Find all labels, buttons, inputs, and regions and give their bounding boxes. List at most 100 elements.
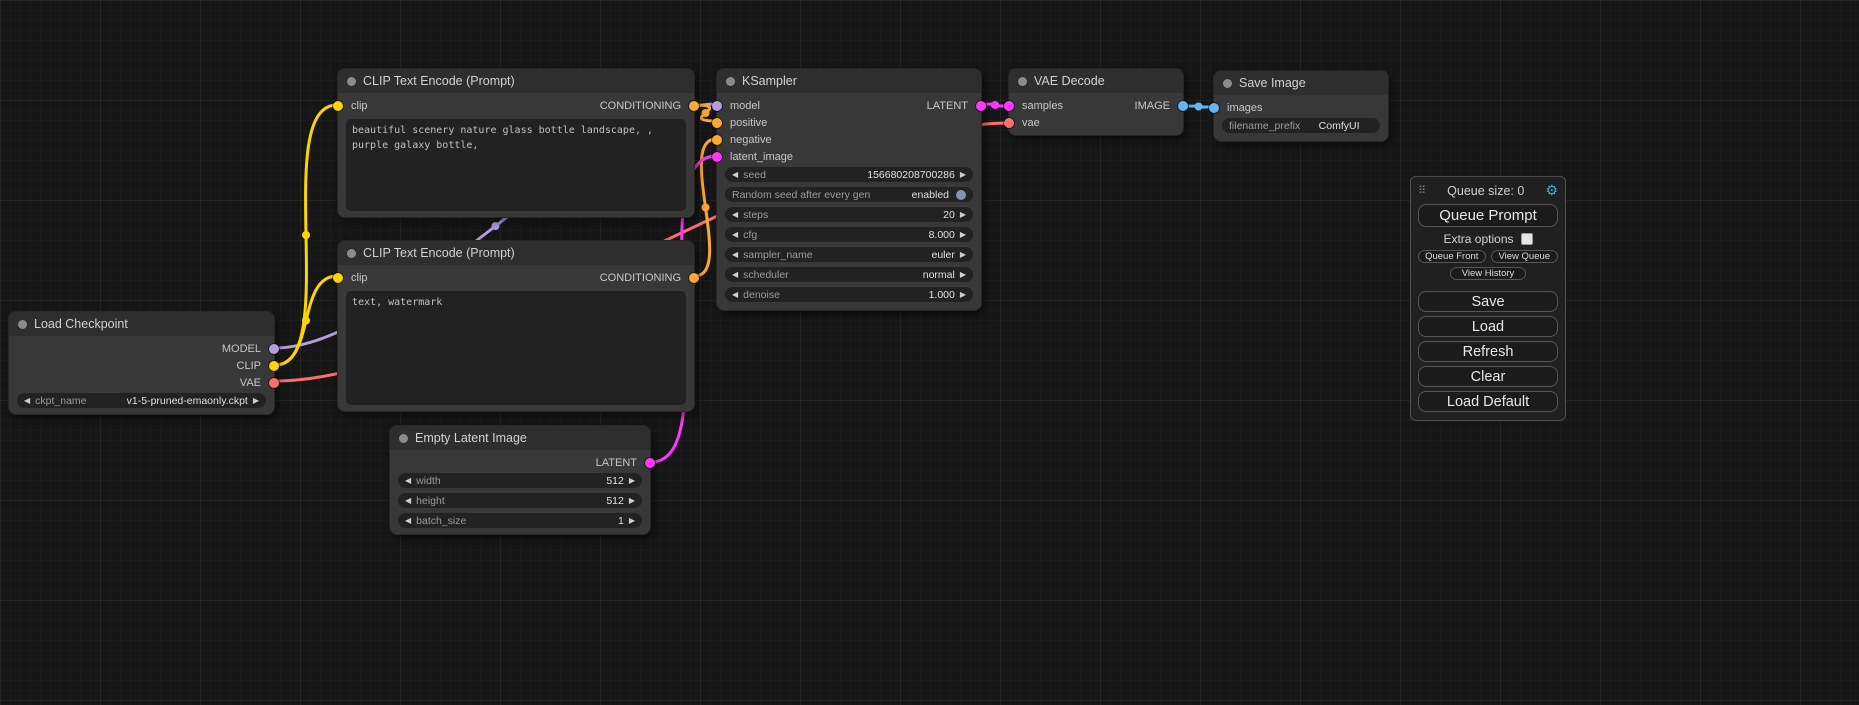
load-default-button[interactable]: Load Default <box>1418 391 1558 412</box>
increment-arrow-icon[interactable]: ▶ <box>629 497 635 505</box>
widget-sampler-name[interactable]: ◀ sampler_name euler ▶ <box>725 247 973 262</box>
view-history-button[interactable]: View History <box>1450 267 1526 280</box>
node-title-bar[interactable]: Load Checkpoint <box>9 312 274 336</box>
widget-ckpt-name[interactable]: ◀ ckpt_name v1-5-pruned-emaonly.ckpt ▶ <box>17 393 266 408</box>
decrement-arrow-icon[interactable]: ◀ <box>405 497 411 505</box>
prompt-textarea[interactable]: text, watermark <box>346 291 686 405</box>
node-ksampler[interactable]: KSampler model LATENT positive negative … <box>716 68 982 311</box>
widget-value: enabled <box>912 189 949 201</box>
increment-arrow-icon[interactable]: ▶ <box>960 291 966 299</box>
increment-arrow-icon[interactable]: ▶ <box>253 397 259 405</box>
output-port-clip[interactable] <box>269 361 279 371</box>
widget-height[interactable]: ◀ height 512 ▶ <box>398 493 642 508</box>
output-port-model[interactable] <box>269 344 279 354</box>
slot-label: negative <box>730 134 772 146</box>
output-port-vae[interactable] <box>269 378 279 388</box>
decrement-arrow-icon[interactable]: ◀ <box>405 517 411 525</box>
decrement-arrow-icon[interactable]: ◀ <box>732 231 738 239</box>
output-slot-clip: CLIP <box>9 357 274 374</box>
decrement-arrow-icon[interactable]: ◀ <box>732 251 738 259</box>
collapse-dot[interactable] <box>726 77 735 86</box>
decrement-arrow-icon[interactable]: ◀ <box>732 291 738 299</box>
widget-scheduler[interactable]: ◀ scheduler normal ▶ <box>725 267 973 282</box>
input-port-positive[interactable] <box>712 118 722 128</box>
increment-arrow-icon[interactable]: ▶ <box>960 171 966 179</box>
save-button[interactable]: Save <box>1418 291 1558 312</box>
node-title-bar[interactable]: CLIP Text Encode (Prompt) <box>338 69 694 93</box>
queue-front-button[interactable]: Queue Front <box>1418 250 1486 263</box>
node-title-bar[interactable]: Save Image <box>1214 71 1388 95</box>
output-port-latent[interactable] <box>645 458 655 468</box>
output-port-latent[interactable] <box>976 101 986 111</box>
node-clip-text-encode-negative[interactable]: CLIP Text Encode (Prompt) clip CONDITION… <box>337 240 695 412</box>
node-body: images filename_prefix ComfyUI <box>1214 95 1388 133</box>
node-title-bar[interactable]: VAE Decode <box>1009 69 1183 93</box>
slot-label: VAE <box>240 377 261 389</box>
output-port-conditioning[interactable] <box>689 273 699 283</box>
input-port-samples[interactable] <box>1004 101 1014 111</box>
input-port-latent-image[interactable] <box>712 152 722 162</box>
increment-arrow-icon[interactable]: ▶ <box>960 251 966 259</box>
node-clip-text-encode-positive[interactable]: CLIP Text Encode (Prompt) clip CONDITION… <box>337 68 695 218</box>
widget-steps[interactable]: ◀ steps 20 ▶ <box>725 207 973 222</box>
graph-canvas[interactable]: Load Checkpoint MODEL CLIP VAE ◀ ckpt_na… <box>0 0 1859 705</box>
widget-seed[interactable]: ◀ seed 156680208700286 ▶ <box>725 167 973 182</box>
widget-width[interactable]: ◀ width 512 ▶ <box>398 473 642 488</box>
view-queue-button[interactable]: View Queue <box>1491 250 1559 263</box>
input-port-clip[interactable] <box>333 101 343 111</box>
widget-batch-size[interactable]: ◀ batch_size 1 ▶ <box>398 513 642 528</box>
clear-button[interactable]: Clear <box>1418 366 1558 387</box>
slot-row: samples IMAGE <box>1009 97 1183 114</box>
output-port-image[interactable] <box>1178 101 1188 111</box>
decrement-arrow-icon[interactable]: ◀ <box>732 271 738 279</box>
collapse-dot[interactable] <box>1018 77 1027 86</box>
node-title: Save Image <box>1239 76 1306 90</box>
decrement-arrow-icon[interactable]: ◀ <box>732 171 738 179</box>
extra-options-checkbox[interactable] <box>1521 233 1533 245</box>
node-empty-latent-image[interactable]: Empty Latent Image LATENT ◀ width 512 ▶ … <box>389 425 651 535</box>
input-port-clip[interactable] <box>333 273 343 283</box>
prompt-textarea[interactable]: beautiful scenery nature glass bottle la… <box>346 119 686 211</box>
decrement-arrow-icon[interactable]: ◀ <box>24 397 30 405</box>
collapse-dot[interactable] <box>347 249 356 258</box>
collapse-dot[interactable] <box>399 434 408 443</box>
collapse-dot[interactable] <box>347 77 356 86</box>
node-save-image[interactable]: Save Image images filename_prefix ComfyU… <box>1213 70 1389 142</box>
settings-gear-icon[interactable]: ⚙ <box>1545 182 1558 199</box>
widget-label: sampler_name <box>743 249 812 261</box>
increment-arrow-icon[interactable]: ▶ <box>629 517 635 525</box>
input-port-model[interactable] <box>712 101 722 111</box>
widget-cfg[interactable]: ◀ cfg 8.000 ▶ <box>725 227 973 242</box>
node-title-bar[interactable]: CLIP Text Encode (Prompt) <box>338 241 694 265</box>
node-title: Load Checkpoint <box>34 317 128 331</box>
widget-value: 1 <box>618 515 624 527</box>
output-port-conditioning[interactable] <box>689 101 699 111</box>
increment-arrow-icon[interactable]: ▶ <box>629 477 635 485</box>
link-midpoint-dot <box>492 222 500 230</box>
widget-denoise[interactable]: ◀ denoise 1.000 ▶ <box>725 287 973 302</box>
node-title-bar[interactable]: KSampler <box>717 69 981 93</box>
drag-handle-icon[interactable]: ⠿ <box>1418 184 1426 197</box>
input-port-vae[interactable] <box>1004 118 1014 128</box>
collapse-dot[interactable] <box>1223 79 1232 88</box>
decrement-arrow-icon[interactable]: ◀ <box>405 477 411 485</box>
input-port-negative[interactable] <box>712 135 722 145</box>
decrement-arrow-icon[interactable]: ◀ <box>732 211 738 219</box>
load-button[interactable]: Load <box>1418 316 1558 337</box>
collapse-dot[interactable] <box>18 320 27 329</box>
increment-arrow-icon[interactable]: ▶ <box>960 231 966 239</box>
widget-filename-prefix[interactable]: filename_prefix ComfyUI <box>1222 118 1380 133</box>
increment-arrow-icon[interactable]: ▶ <box>960 211 966 219</box>
refresh-button[interactable]: Refresh <box>1418 341 1558 362</box>
toggle-dot[interactable] <box>956 190 966 200</box>
input-port-images[interactable] <box>1209 103 1219 113</box>
widget-value: ComfyUI <box>1305 120 1373 132</box>
widget-random-seed-toggle[interactable]: Random seed after every gen enabled <box>725 187 973 202</box>
node-title-bar[interactable]: Empty Latent Image <box>390 426 650 450</box>
node-vae-decode[interactable]: VAE Decode samples IMAGE vae <box>1008 68 1184 136</box>
slot-label: latent_image <box>730 151 793 163</box>
node-load-checkpoint[interactable]: Load Checkpoint MODEL CLIP VAE ◀ ckpt_na… <box>8 311 275 415</box>
slot-row: clip CONDITIONING <box>338 97 694 114</box>
queue-prompt-button[interactable]: Queue Prompt <box>1418 204 1558 227</box>
increment-arrow-icon[interactable]: ▶ <box>960 271 966 279</box>
